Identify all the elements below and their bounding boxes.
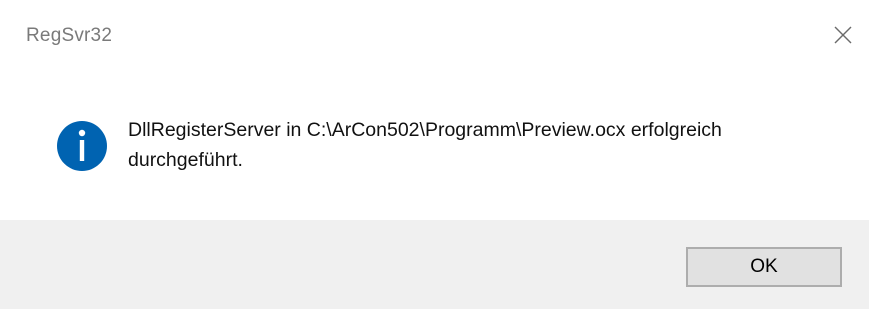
info-icon <box>57 121 107 171</box>
close-button[interactable] <box>817 0 869 70</box>
window-title: RegSvr32 <box>26 25 113 46</box>
message-text: DllRegisterServer in C:\ArCon502\Program… <box>128 119 722 171</box>
button-bar: OK <box>0 220 869 309</box>
regsvr32-dialog: RegSvr32 DllRegisterServer in C:\ArCon50… <box>0 0 869 309</box>
title-bar[interactable]: RegSvr32 <box>0 0 869 80</box>
message-area: DllRegisterServer in C:\ArCon502\Program… <box>0 80 869 220</box>
close-icon <box>834 26 852 44</box>
ok-button[interactable]: OK <box>686 247 842 287</box>
